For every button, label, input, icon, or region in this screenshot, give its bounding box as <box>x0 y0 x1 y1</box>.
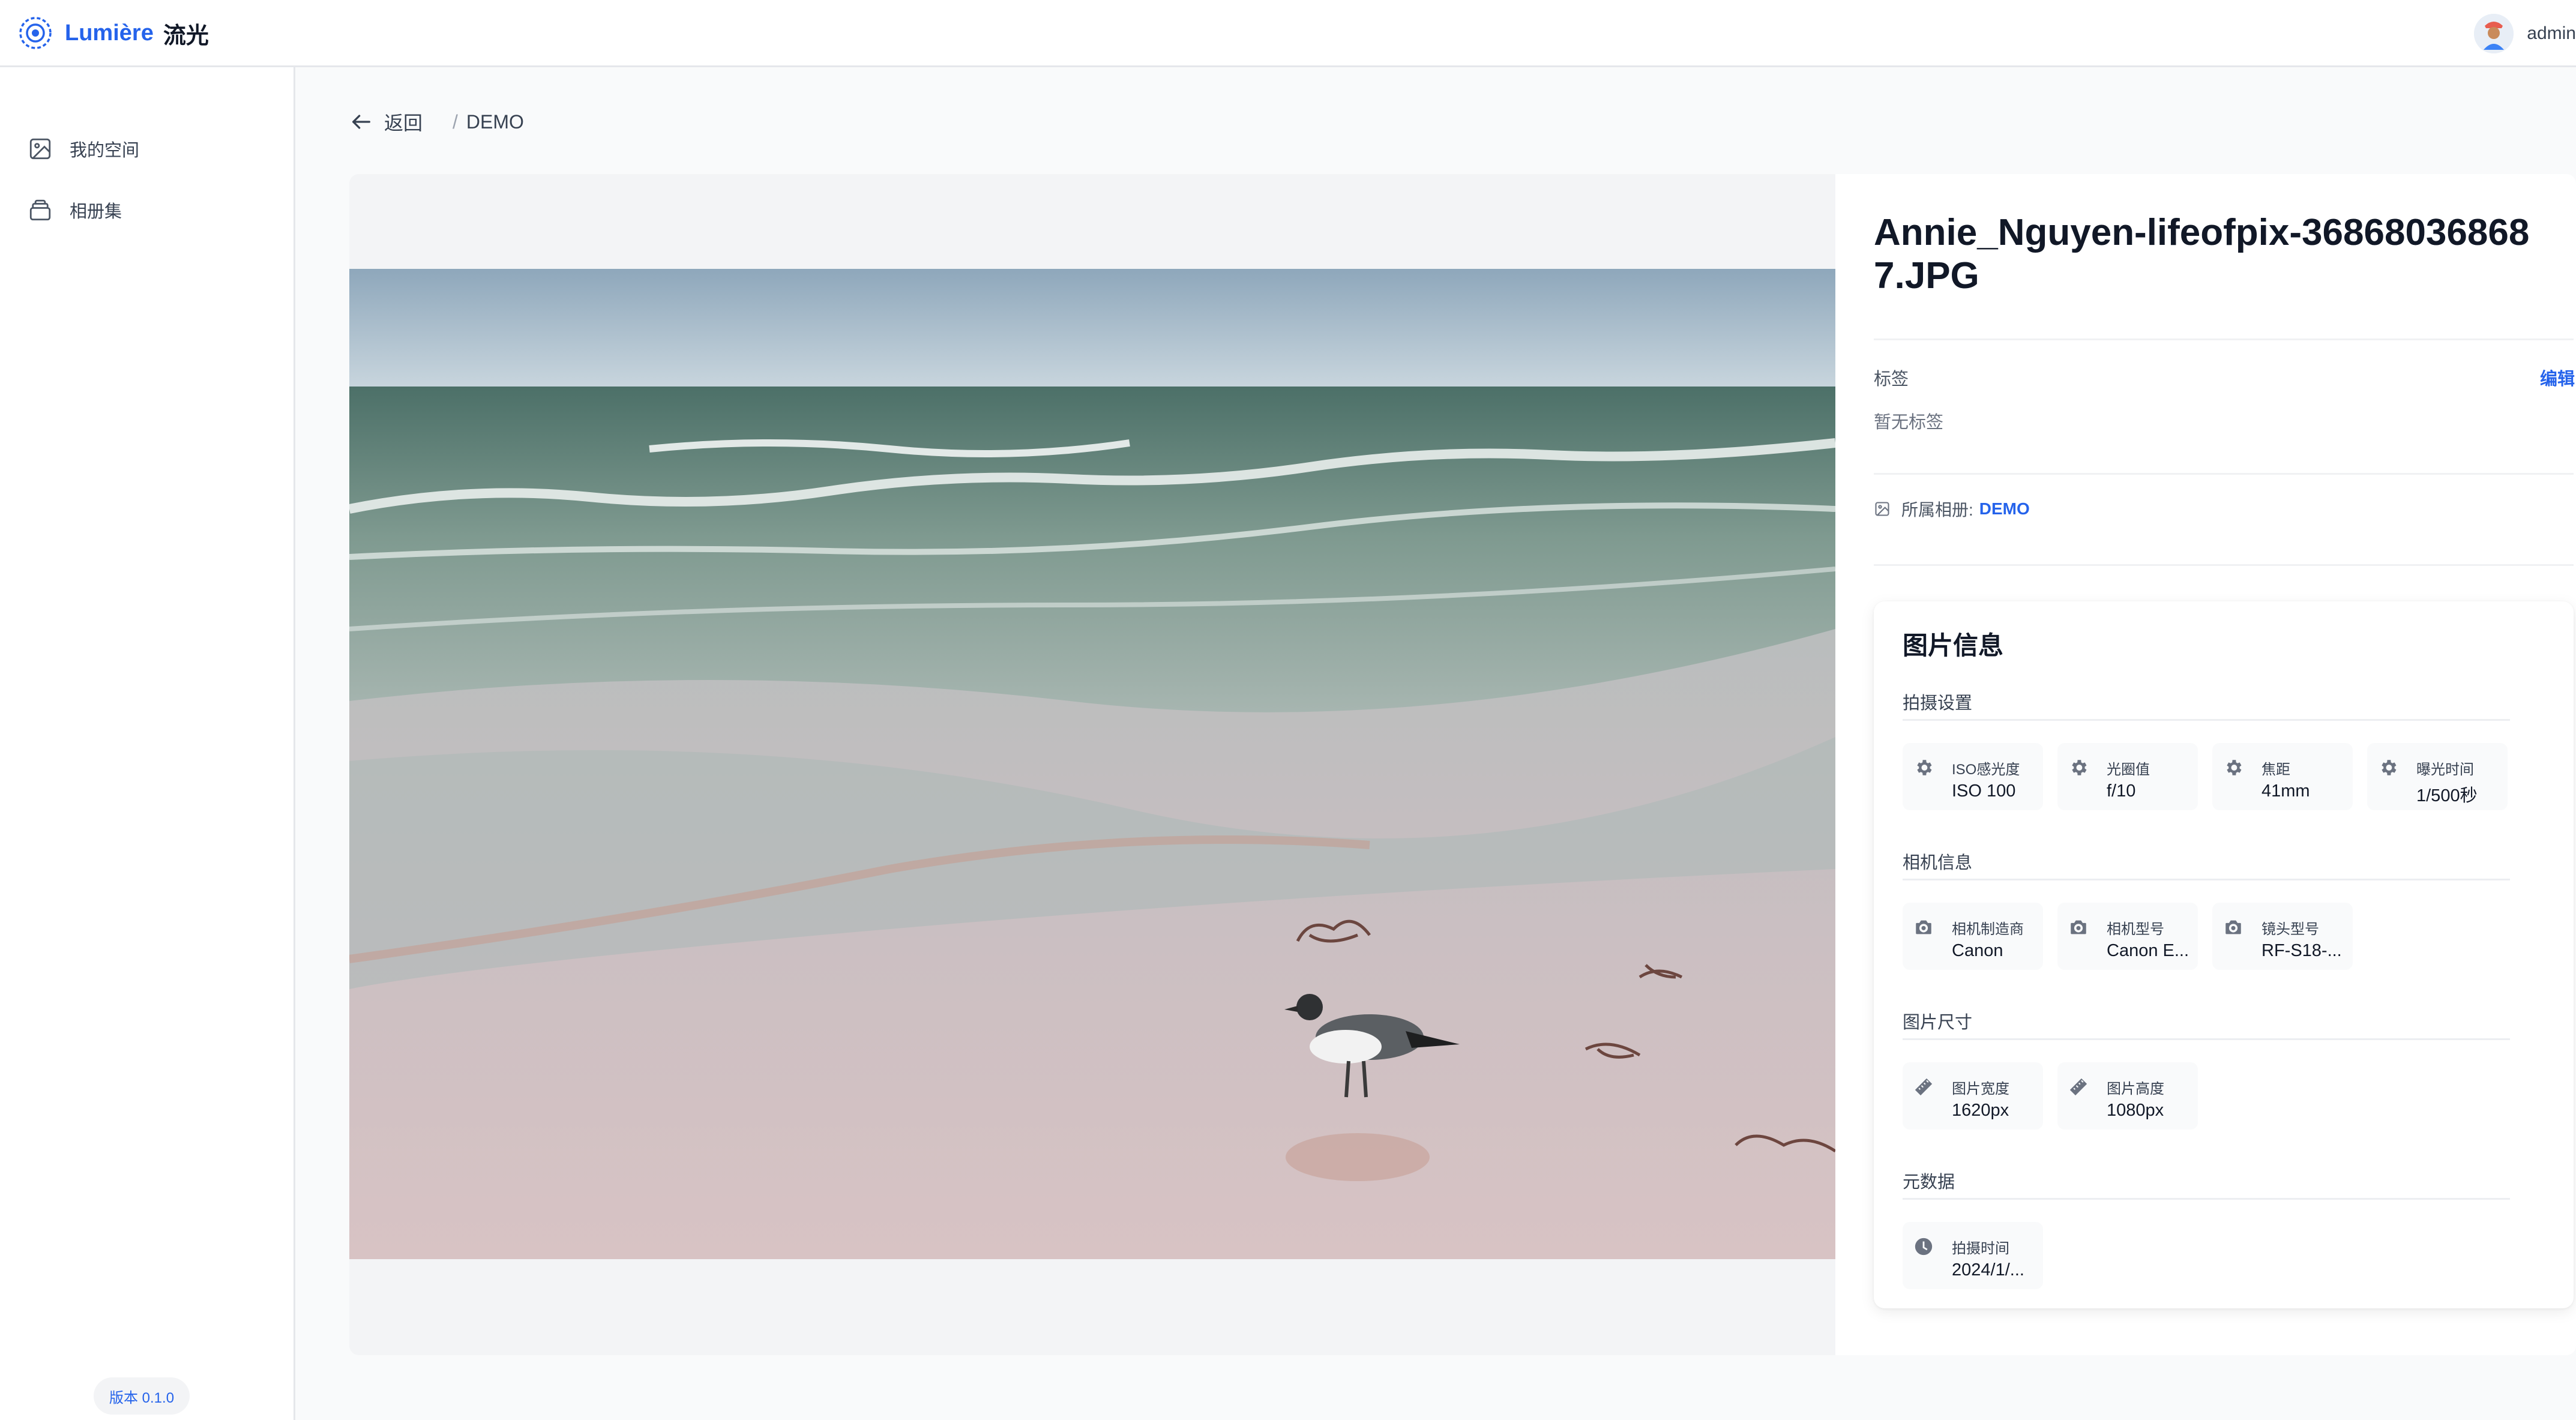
breadcrumb-current[interactable]: DEMO <box>466 111 524 133</box>
file-name: Annie_Nguyen-lifeofpix-368680368687.JPG <box>1874 212 2530 296</box>
info-value: ISO 100 <box>1952 781 2016 801</box>
info-chip: 拍摄时间 2024/1/... <box>1903 1222 2043 1289</box>
info-value: 2024/1/... <box>1952 1260 2024 1280</box>
info-chip: 焦距 41mm <box>2212 743 2353 810</box>
info-label: 图片宽度 <box>1952 1081 2009 1097</box>
section-divider <box>1903 719 2510 721</box>
sidebar-item-label: 我的空间 <box>70 141 140 160</box>
info-value: 41mm <box>2262 781 2310 801</box>
info-label: 拍摄时间 <box>1952 1241 2009 1257</box>
info-value: f/10 <box>2107 781 2136 801</box>
section-title: 元数据 <box>1903 1173 1955 1192</box>
info-label: 镜头型号 <box>2262 921 2319 937</box>
clock-icon <box>1915 1238 1933 1256</box>
section-divider <box>1903 1198 2510 1200</box>
app-logo[interactable]: Lumière 流光 <box>18 12 209 54</box>
photo-viewer <box>349 174 1835 1355</box>
section-title: 拍摄设置 <box>1903 694 1973 713</box>
ruler-icon <box>1915 1078 1933 1096</box>
camera-icon <box>1916 920 1931 934</box>
camera-icon <box>2225 920 2241 934</box>
user-avatar-icon <box>2474 14 2514 53</box>
gear-icon <box>2227 760 2242 775</box>
image-icon <box>1875 502 1889 516</box>
info-label: 相机制造商 <box>1952 921 2024 937</box>
version-badge: 版本 0.1.0 <box>94 1377 190 1415</box>
info-label: ISO感光度 <box>1952 762 2020 778</box>
avatar[interactable] <box>2474 14 2514 53</box>
section-divider <box>1903 879 2510 880</box>
ruler-icon <box>2069 1078 2087 1096</box>
sidebar-item-label: 相册集 <box>70 202 122 221</box>
gear-icon <box>2072 760 2087 775</box>
album-stack-icon <box>29 199 51 221</box>
album-label: 所属相册: <box>1901 501 1973 519</box>
section-title: 图片尺寸 <box>1903 1013 1973 1032</box>
image-info-title: 图片信息 <box>1903 631 2004 660</box>
gear-icon <box>1917 760 1932 775</box>
arrow-left-icon <box>352 115 370 129</box>
info-label: 相机型号 <box>2107 921 2164 937</box>
info-chip: 相机制造商 Canon <box>1903 903 2043 970</box>
sidebar-item-albums[interactable]: 相册集 <box>14 182 281 238</box>
divider <box>1874 338 2574 340</box>
info-value: Canon E... <box>2107 941 2189 960</box>
back-button[interactable]: 返回 <box>349 108 423 136</box>
tags-label: 标签 <box>1874 370 1909 389</box>
info-label: 图片高度 <box>2107 1081 2164 1097</box>
info-value: 1080px <box>2107 1101 2164 1120</box>
info-chip: 图片高度 1080px <box>2057 1062 2198 1130</box>
image-icon <box>29 138 51 160</box>
info-value: 1/500秒 <box>2416 786 2478 805</box>
logo-text-cn: 流光 <box>163 23 209 49</box>
info-label: 曝光时间 <box>2416 762 2474 778</box>
info-value: 1620px <box>1952 1101 2009 1120</box>
info-chip: 镜头型号 RF-S18-... <box>2212 903 2353 970</box>
info-label: 光圈值 <box>2107 762 2150 778</box>
breadcrumb-separator: / <box>453 110 458 133</box>
top-bar: Lumière 流光 admin <box>0 0 2576 67</box>
photo-preview[interactable] <box>349 269 1835 1259</box>
sidebar: 我的空间 相册集 版本 0.1.0 <box>0 67 295 1420</box>
back-label: 返回 <box>384 112 423 134</box>
username: admin <box>2527 23 2576 43</box>
user-menu[interactable]: admin <box>2474 10 2576 58</box>
gear-icon <box>2382 760 2397 775</box>
breadcrumb: 返回 / DEMO <box>349 107 524 137</box>
aperture-logo-icon <box>19 17 52 49</box>
edit-tags-button[interactable]: 编辑 <box>2540 365 2575 390</box>
info-chip: ISO感光度 ISO 100 <box>1903 743 2043 810</box>
tags-empty-text: 暂无标签 <box>1874 413 1944 432</box>
sidebar-item-my-space[interactable]: 我的空间 <box>14 121 281 176</box>
divider <box>1874 564 2574 566</box>
info-label: 焦距 <box>2262 762 2290 778</box>
divider <box>1874 473 2574 475</box>
info-chip: 图片宽度 1620px <box>1903 1062 2043 1130</box>
logo-text-en: Lumière <box>65 20 154 46</box>
info-value: Canon <box>1952 941 2003 960</box>
info-value: RF-S18-... <box>2262 941 2342 960</box>
album-link[interactable]: DEMO <box>1979 499 2030 519</box>
info-chip: 光圈值 f/10 <box>2057 743 2198 810</box>
info-chip: 相机型号 Canon E... <box>2057 903 2198 970</box>
section-title: 相机信息 <box>1903 853 1973 873</box>
photo-info-panel: Annie_Nguyen-lifeofpix-368680368687.JPG … <box>1835 174 2576 1355</box>
camera-icon <box>2071 920 2086 934</box>
info-chip: 曝光时间 1/500秒 <box>2367 743 2508 810</box>
album-row: 所属相册: DEMO <box>1874 497 2030 521</box>
image-info-card: 图片信息 拍摄设置 ISO感光度 ISO 100 光圈值 f/10 焦距 41mm 曝光时间 1… <box>1874 601 2574 1308</box>
section-divider <box>1903 1038 2510 1040</box>
